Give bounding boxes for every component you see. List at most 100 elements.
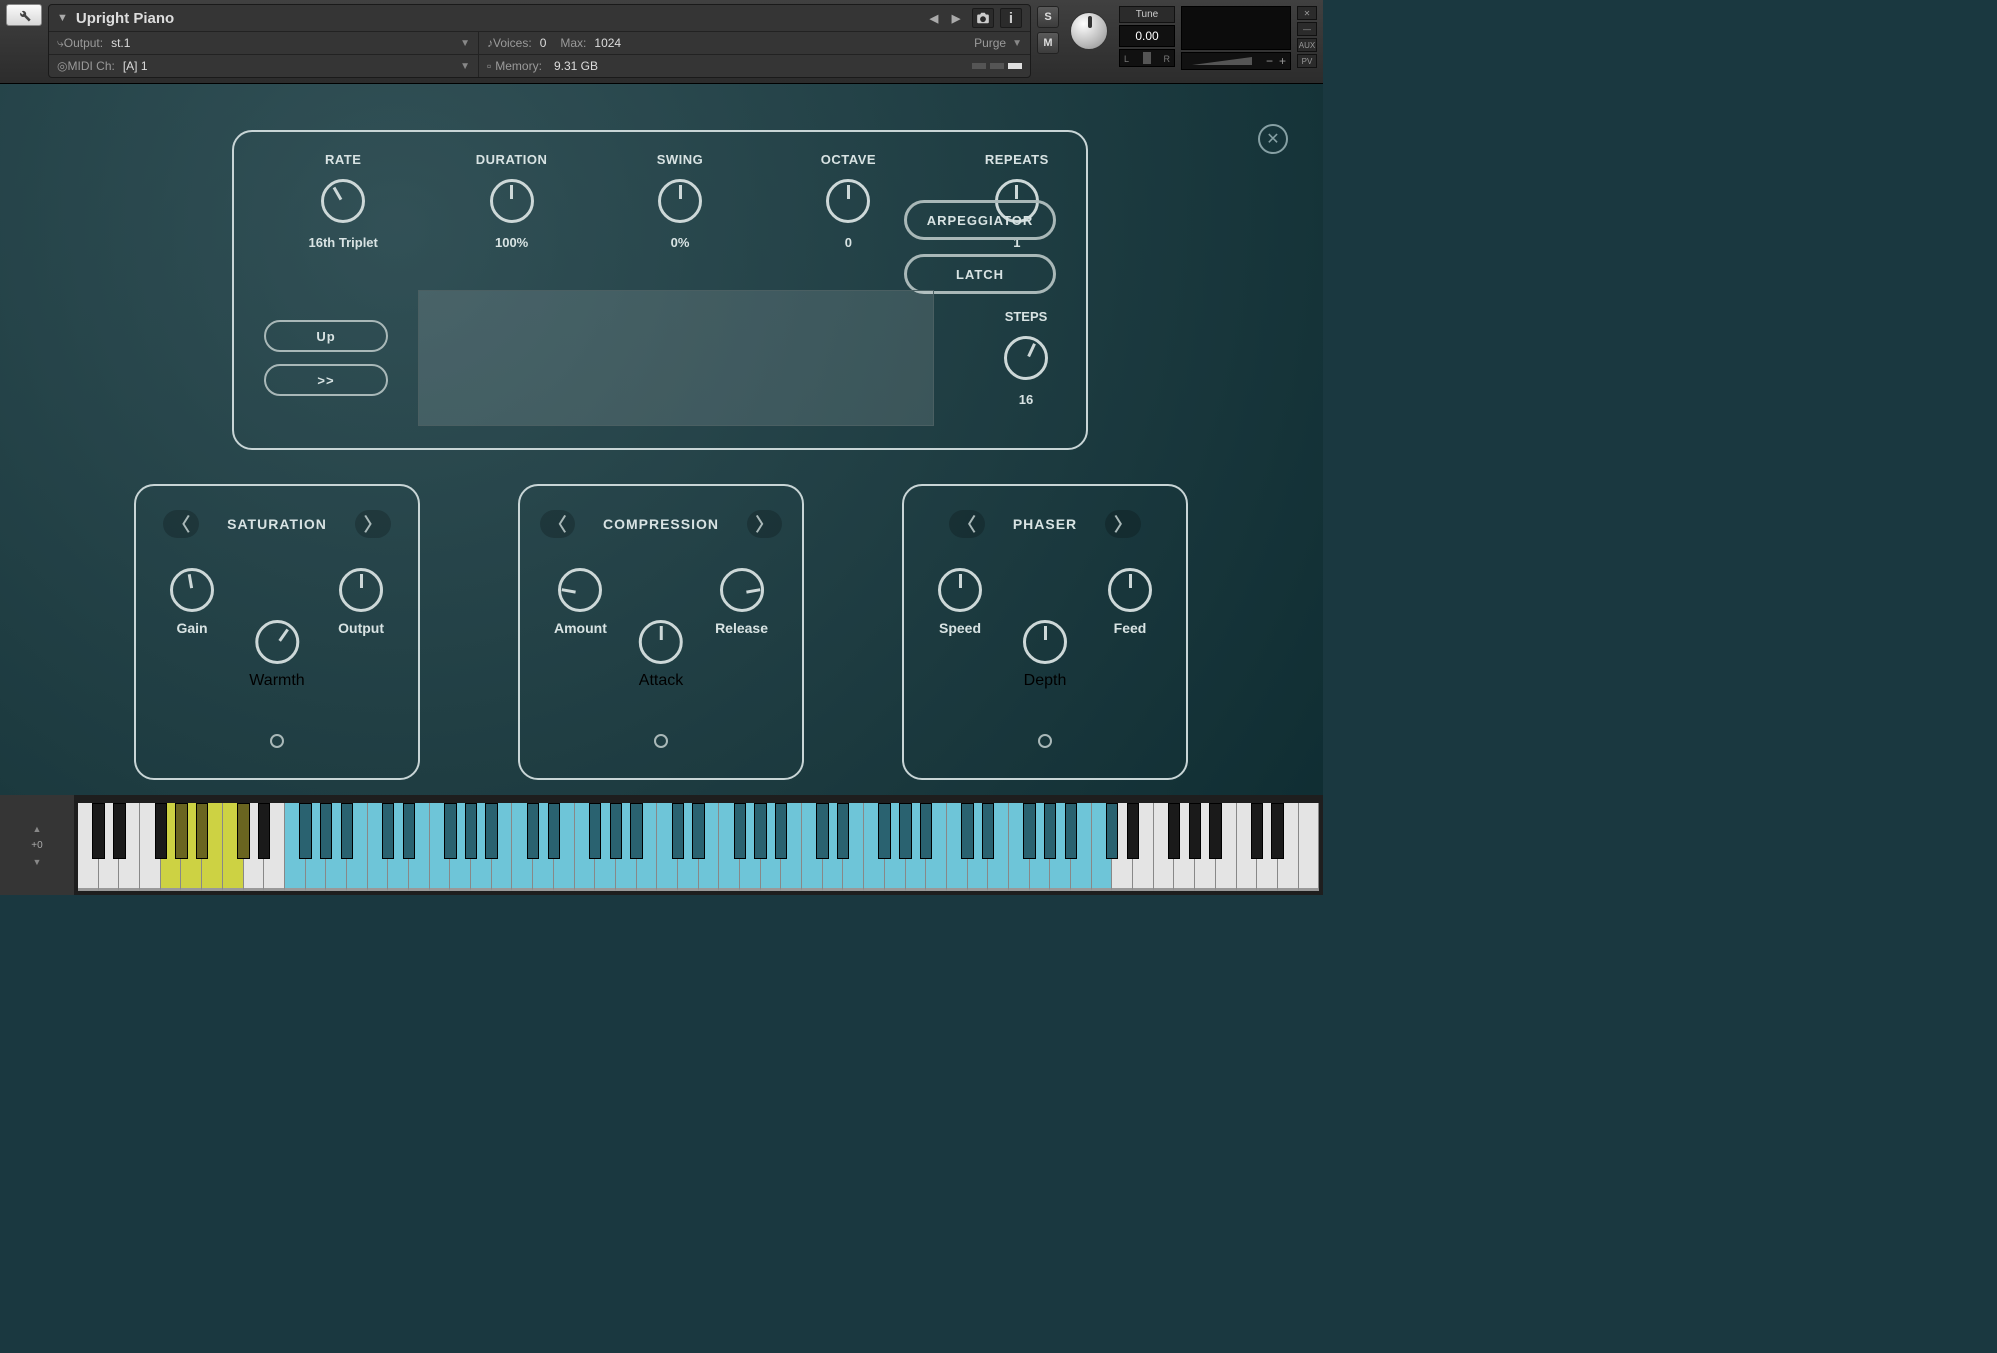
prev-instrument-button[interactable]: ◀ xyxy=(924,10,944,27)
white-key[interactable] xyxy=(202,803,223,891)
aux-button[interactable]: AUX xyxy=(1297,38,1317,52)
white-key[interactable] xyxy=(657,803,678,891)
steps-knob[interactable] xyxy=(1004,336,1048,380)
feed-knob[interactable] xyxy=(1108,568,1152,612)
white-key[interactable] xyxy=(947,803,968,891)
white-key[interactable] xyxy=(471,803,492,891)
white-key[interactable] xyxy=(823,803,844,891)
octave-knob[interactable] xyxy=(826,179,870,223)
white-key[interactable] xyxy=(99,803,120,891)
output-knob[interactable] xyxy=(339,568,383,612)
white-key[interactable] xyxy=(1195,803,1216,891)
purge-button[interactable]: Purge xyxy=(974,36,1006,50)
white-key[interactable] xyxy=(699,803,720,891)
depth-knob[interactable] xyxy=(1023,620,1067,664)
white-key[interactable] xyxy=(968,803,989,891)
white-key[interactable] xyxy=(119,803,140,891)
white-key[interactable] xyxy=(1133,803,1154,891)
white-key[interactable] xyxy=(409,803,430,891)
step-sequencer[interactable] xyxy=(418,290,934,426)
fx-next-button[interactable]: 〉 xyxy=(1105,510,1141,538)
white-key[interactable] xyxy=(761,803,782,891)
white-key[interactable] xyxy=(306,803,327,891)
white-key[interactable] xyxy=(264,803,285,891)
fx-led[interactable] xyxy=(654,734,668,748)
white-key[interactable] xyxy=(1174,803,1195,891)
volume-slider[interactable]: − + xyxy=(1181,52,1291,70)
white-key[interactable] xyxy=(430,803,451,891)
white-key[interactable] xyxy=(1278,803,1299,891)
close-header-button[interactable]: ✕ xyxy=(1297,6,1317,20)
fx-led[interactable] xyxy=(270,734,284,748)
white-key[interactable] xyxy=(1030,803,1051,891)
white-key[interactable] xyxy=(140,803,161,891)
tune-value[interactable]: 0.00 xyxy=(1119,25,1175,47)
mute-button[interactable]: M xyxy=(1037,32,1059,54)
white-key[interactable] xyxy=(450,803,471,891)
white-key[interactable] xyxy=(906,803,927,891)
solo-button[interactable]: S xyxy=(1037,6,1059,28)
snapshot-icon[interactable] xyxy=(972,8,994,28)
fx-next-button[interactable]: 〉 xyxy=(747,510,782,538)
white-key[interactable] xyxy=(1237,803,1258,891)
fx-prev-button[interactable]: 〈 xyxy=(163,510,199,538)
white-key[interactable] xyxy=(533,803,554,891)
next-instrument-button[interactable]: ▶ xyxy=(946,10,966,27)
octave-down-button[interactable]: ▼ xyxy=(33,857,42,867)
speed-knob[interactable] xyxy=(938,568,982,612)
pv-button[interactable]: PV xyxy=(1297,54,1317,68)
white-key[interactable] xyxy=(492,803,513,891)
pan-slider[interactable]: L R xyxy=(1119,49,1175,67)
white-key[interactable] xyxy=(1154,803,1175,891)
white-key[interactable] xyxy=(926,803,947,891)
white-key[interactable] xyxy=(781,803,802,891)
rate-knob[interactable] xyxy=(321,179,365,223)
output-row[interactable]: ⤷ Output: st.1 ▼ xyxy=(49,32,478,55)
close-icon[interactable]: ✕ xyxy=(1258,124,1288,154)
white-key[interactable] xyxy=(637,803,658,891)
amount-knob[interactable] xyxy=(558,568,602,612)
minimize-button[interactable]: — xyxy=(1297,22,1317,36)
swing-knob[interactable] xyxy=(658,179,702,223)
attack-knob[interactable] xyxy=(639,620,683,664)
fx-prev-button[interactable]: 〈 xyxy=(949,510,985,538)
octave-up-button[interactable]: ▲ xyxy=(33,824,42,834)
white-key[interactable] xyxy=(740,803,761,891)
midi-channel-row[interactable]: ◎ MIDI Ch: [A] 1 ▼ xyxy=(49,55,478,77)
fx-prev-button[interactable]: 〈 xyxy=(540,510,575,538)
warmth-knob[interactable] xyxy=(255,620,299,664)
white-key[interactable] xyxy=(1009,803,1030,891)
white-key[interactable] xyxy=(885,803,906,891)
volume-knob[interactable] xyxy=(1065,4,1113,50)
white-key[interactable] xyxy=(988,803,1009,891)
duration-knob[interactable] xyxy=(490,179,534,223)
white-key[interactable] xyxy=(1071,803,1092,891)
wrench-icon[interactable] xyxy=(6,4,42,26)
white-key[interactable] xyxy=(368,803,389,891)
white-key[interactable] xyxy=(719,803,740,891)
white-key[interactable] xyxy=(285,803,306,891)
white-key[interactable] xyxy=(347,803,368,891)
virtual-keyboard[interactable] xyxy=(74,795,1323,895)
white-key[interactable] xyxy=(616,803,637,891)
info-icon[interactable]: i xyxy=(1000,8,1022,28)
white-key[interactable] xyxy=(181,803,202,891)
arpeggiator-button[interactable]: ARPEGGIATOR xyxy=(904,200,1056,240)
arp-mode-button[interactable]: Up xyxy=(264,320,388,352)
fx-next-button[interactable]: 〉 xyxy=(355,510,391,538)
white-key[interactable] xyxy=(388,803,409,891)
white-key[interactable] xyxy=(223,803,244,891)
white-key[interactable] xyxy=(1216,803,1237,891)
white-key[interactable] xyxy=(575,803,596,891)
white-key[interactable] xyxy=(161,803,182,891)
latch-button[interactable]: LATCH xyxy=(904,254,1056,294)
release-knob[interactable] xyxy=(720,568,764,612)
white-key[interactable] xyxy=(843,803,864,891)
fx-led[interactable] xyxy=(1038,734,1052,748)
white-key[interactable] xyxy=(326,803,347,891)
white-key[interactable] xyxy=(1299,803,1320,891)
gain-knob[interactable] xyxy=(170,568,214,612)
white-key[interactable] xyxy=(678,803,699,891)
white-key[interactable] xyxy=(595,803,616,891)
arp-play-button[interactable]: >> xyxy=(264,364,388,396)
